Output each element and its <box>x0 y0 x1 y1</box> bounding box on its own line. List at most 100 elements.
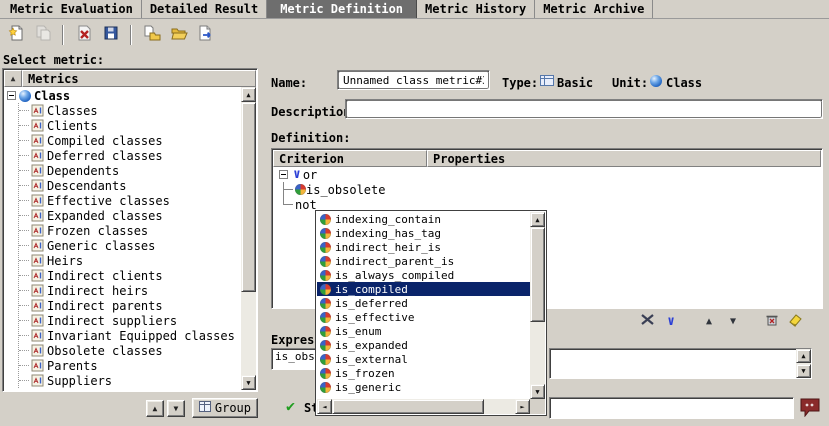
dropdown-item-indirect-heir-is[interactable]: indirect_heir_is <box>317 240 530 254</box>
tree-scrollbar[interactable]: ▲ ▼ <box>241 87 256 390</box>
class-unit-icon <box>19 90 31 102</box>
unit-label: Unit: <box>612 76 648 90</box>
dropdown-item-is-expanded[interactable]: is_expanded <box>317 338 530 352</box>
erase-criterion-button[interactable] <box>784 311 806 331</box>
scroll-up-icon[interactable]: ▲ <box>796 349 811 363</box>
dropdown-item-is-effective[interactable]: is_effective <box>317 310 530 324</box>
swap-criterion-button[interactable] <box>636 311 658 331</box>
tree-item-label: Indirect parents <box>44 299 163 313</box>
expression-scrollbar[interactable]: ▲ ▼ <box>796 349 811 378</box>
description-input[interactable] <box>346 100 822 118</box>
metric-item-icon <box>31 269 44 282</box>
tree-item-frozen-classes[interactable]: Frozen classes <box>19 223 240 238</box>
expression-text-area[interactable]: ▲ ▼ <box>549 348 812 379</box>
dropdown-item-is-external[interactable]: is_external <box>317 352 530 366</box>
metric-tree: Class Classes Clients Compiled classes <box>5 88 240 389</box>
scroll-left-icon[interactable]: ◄ <box>317 399 332 414</box>
tree-item-parents[interactable]: Parents <box>19 358 240 373</box>
export-metric-button[interactable] <box>193 22 218 47</box>
tree-item-indirect-heirs[interactable]: Indirect heirs <box>19 283 240 298</box>
move-criterion-down-button[interactable]: ▼ <box>722 311 744 331</box>
dropdown-item-indexing-has-tag[interactable]: indexing_has_tag <box>317 226 530 240</box>
tree-item-generic-classes[interactable]: Generic classes <box>19 238 240 253</box>
delete-metric-button[interactable] <box>71 22 96 47</box>
tree-item-label: Deferred classes <box>44 149 163 163</box>
tab-metric-archive[interactable]: Metric Archive <box>535 0 653 18</box>
dropdown-hscroll-thumb[interactable] <box>332 399 484 414</box>
trash-icon <box>764 312 779 330</box>
tab-metric-definition[interactable]: Metric Definition <box>267 0 417 18</box>
tab-metric-evaluation[interactable]: Metric Evaluation <box>2 0 142 18</box>
metric-item-icon <box>31 119 44 132</box>
dropdown-item-indirect-parent-is[interactable]: indirect_parent_is <box>317 254 530 268</box>
tree-root-class[interactable]: Class <box>5 88 240 103</box>
properties-column-header[interactable]: Properties <box>427 150 821 167</box>
tab-metric-history[interactable]: Metric History <box>417 0 535 18</box>
criterion-column-header[interactable]: Criterion <box>273 150 427 167</box>
comment-icon[interactable] <box>799 397 821 420</box>
sort-ascending-icon[interactable]: ▲ <box>4 70 22 87</box>
duplicate-metric-button[interactable] <box>30 22 55 47</box>
tree-item-indirect-clients[interactable]: Indirect clients <box>19 268 240 283</box>
move-metric-down-button[interactable]: ▼ <box>167 400 185 417</box>
metric-name-input[interactable] <box>338 71 489 89</box>
tree-item-expanded-classes[interactable]: Expanded classes <box>19 208 240 223</box>
metric-item-icon <box>31 209 44 222</box>
status-field[interactable] <box>549 397 794 419</box>
type-value: Basic <box>557 76 593 90</box>
dropdown-item-indexing-contain[interactable]: indexing_contain <box>317 212 530 226</box>
tree-item-deferred-classes[interactable]: Deferred classes <box>19 148 240 163</box>
metric-tool-window: Metric Evaluation Detailed Result Metric… <box>0 0 829 426</box>
dropdown-item-is-always-compiled[interactable]: is_always_compiled <box>317 268 530 282</box>
criteria-row-or[interactable]: ∨ or <box>274 167 820 182</box>
status-ok-check-icon: ✔ <box>286 397 295 415</box>
collapse-toggle-icon[interactable] <box>7 91 16 100</box>
down-arrow-icon: ▼ <box>730 316 736 327</box>
scroll-up-icon[interactable]: ▲ <box>530 212 545 227</box>
open-folder-icon <box>170 24 188 45</box>
tree-item-clients[interactable]: Clients <box>19 118 240 133</box>
scroll-up-icon[interactable]: ▲ <box>241 87 256 102</box>
dropdown-item-is-generic[interactable]: is_generic <box>317 380 530 394</box>
scroll-down-icon[interactable]: ▼ <box>530 384 545 399</box>
criterion-icon <box>320 312 331 323</box>
tree-item-indirect-parents[interactable]: Indirect parents <box>19 298 240 313</box>
move-metric-up-button[interactable]: ▲ <box>146 400 164 417</box>
dropdown-vscrollbar[interactable]: ▲ ▼ <box>530 212 545 399</box>
metrics-column-header[interactable]: Metrics <box>22 70 256 87</box>
scroll-down-icon[interactable]: ▼ <box>241 375 256 390</box>
tree-item-classes[interactable]: Classes <box>19 103 240 118</box>
tree-item-compiled-classes[interactable]: Compiled classes <box>19 133 240 148</box>
save-metric-button[interactable] <box>98 22 123 47</box>
tree-item-obsolete-classes[interactable]: Obsolete classes <box>19 343 240 358</box>
dropdown-hscrollbar[interactable]: ◄ ► <box>317 399 530 414</box>
tree-item-indirect-suppliers[interactable]: Indirect suppliers <box>19 313 240 328</box>
scroll-down-icon[interactable]: ▼ <box>796 364 811 378</box>
metric-item-icon <box>31 344 44 357</box>
delete-criterion-button[interactable] <box>760 311 782 331</box>
tree-scrollbar-thumb[interactable] <box>241 102 256 292</box>
tree-item-label: Dependents <box>44 164 119 178</box>
dropdown-item-is-compiled[interactable]: is_compiled <box>317 282 530 296</box>
tree-item-descendants[interactable]: Descendants <box>19 178 240 193</box>
dropdown-item-is-deferred[interactable]: is_deferred <box>317 296 530 310</box>
group-toggle-button[interactable]: Group <box>192 398 258 418</box>
tree-item-effective-classes[interactable]: Effective classes <box>19 193 240 208</box>
tree-item-dependents[interactable]: Dependents <box>19 163 240 178</box>
dropdown-vscroll-thumb[interactable] <box>530 227 545 322</box>
dropdown-item-is-enum[interactable]: is_enum <box>317 324 530 338</box>
insert-or-button[interactable]: ∨ <box>660 311 682 331</box>
new-metric-button[interactable] <box>3 22 28 47</box>
open-file-button[interactable] <box>166 22 191 47</box>
tree-item-invariant-equipped-classes[interactable]: Invariant Equipped classes <box>19 328 240 343</box>
scroll-right-icon[interactable]: ► <box>515 399 530 414</box>
import-metrics-button[interactable] <box>139 22 164 47</box>
move-criterion-up-button[interactable]: ▲ <box>698 311 720 331</box>
status-value <box>550 398 793 400</box>
tree-item-suppliers[interactable]: Suppliers <box>19 373 240 388</box>
dropdown-item-is-frozen[interactable]: is_frozen <box>317 366 530 380</box>
collapse-toggle-icon[interactable] <box>279 170 288 179</box>
criteria-row-is-obsolete[interactable]: is_obsolete <box>274 182 820 197</box>
tab-detailed-result[interactable]: Detailed Result <box>142 0 267 18</box>
tree-item-heirs[interactable]: Heirs <box>19 253 240 268</box>
